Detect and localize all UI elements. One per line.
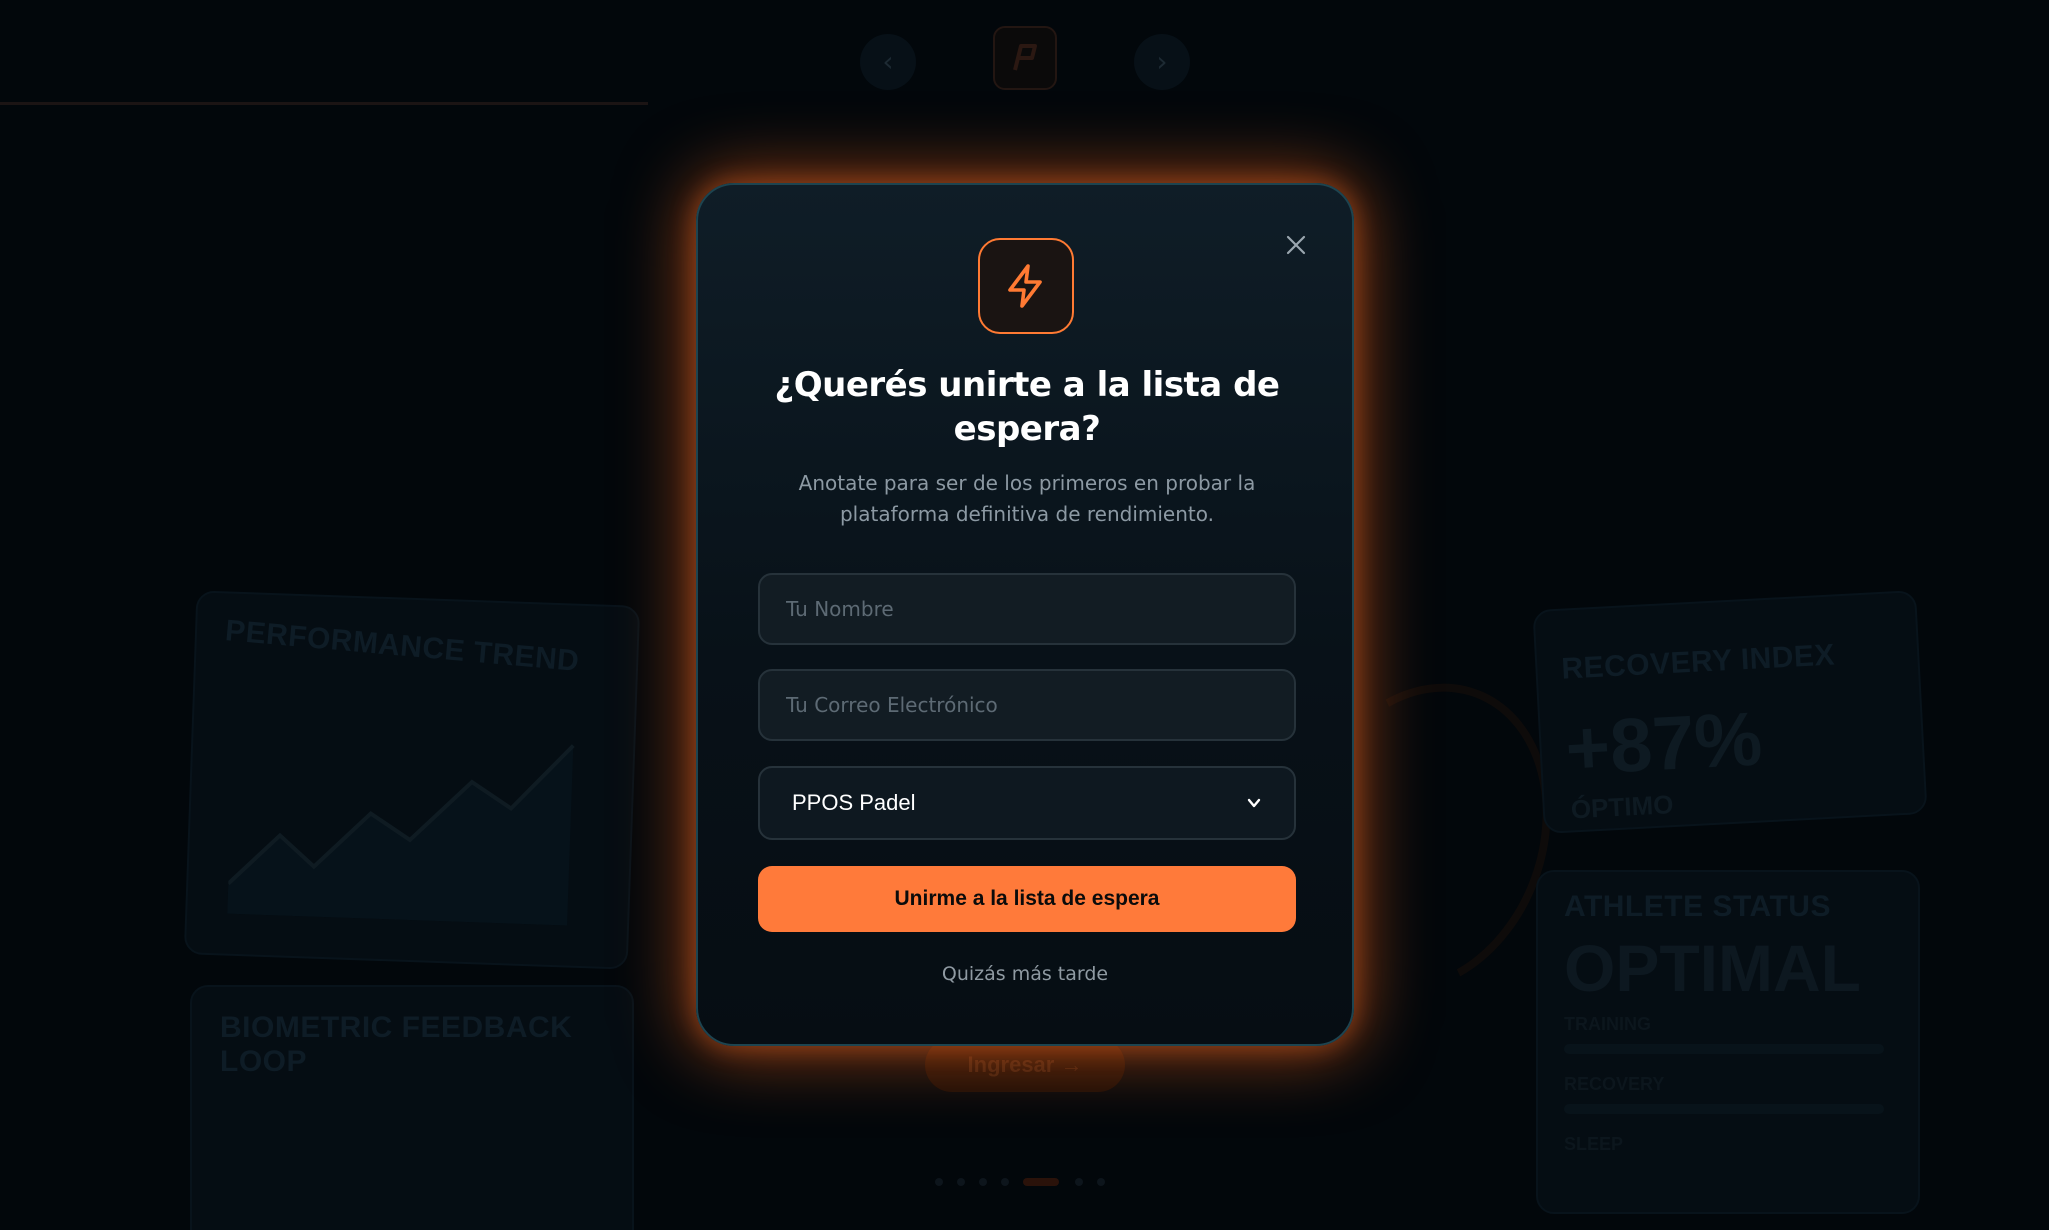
modal-subtitle: Anotate para ser de los primeros en prob… <box>798 471 1256 526</box>
carousel-dots <box>935 1178 1115 1186</box>
lightning-icon <box>978 238 1074 334</box>
modal-title: ¿Querés unirte a la lista de espera? <box>774 365 1280 449</box>
waitlist-modal: ¿Querés unirte a la lista de espera? Ano… <box>696 183 1354 1046</box>
product-select[interactable]: PPOS Padel <box>758 766 1296 840</box>
athlete-label: TRAINING <box>1564 1014 1651 1034</box>
athlete-label: RECOVERY <box>1564 1074 1665 1094</box>
recovery-card: RECOVERY INDEX +87% ÓPTIMO <box>1532 590 1928 834</box>
performance-card: PERFORMANCE TREND <box>183 590 641 970</box>
performance-chart <box>227 744 575 926</box>
join-waitlist-button[interactable]: Unirme a la lista de espera <box>758 866 1296 932</box>
close-icon[interactable] <box>1276 225 1316 265</box>
product-select-value: PPOS Padel <box>792 790 916 815</box>
carousel-dot[interactable] <box>979 1178 987 1186</box>
brand-logo <box>993 26 1057 90</box>
ingresar-button[interactable]: Ingresar → <box>925 1038 1125 1092</box>
top-nav: ‹ › <box>860 22 1190 90</box>
athlete-title: ATHLETE STATUS <box>1564 890 1831 923</box>
page: ‹ › PERFORMANCE TREND BIOMETRIC FEEDBACK… <box>0 0 2049 1230</box>
carousel-dot[interactable] <box>1075 1178 1083 1186</box>
recovery-status: ÓPTIMO <box>1570 789 1675 825</box>
performance-title: PERFORMANCE TREND <box>223 614 581 678</box>
carousel-dot[interactable] <box>957 1178 965 1186</box>
carousel-dot[interactable] <box>1001 1178 1009 1186</box>
carousel-dot[interactable] <box>1097 1178 1105 1186</box>
athlete-bar <box>1564 1044 1884 1054</box>
athlete-bar <box>1564 1104 1884 1114</box>
chevron-right-icon[interactable]: › <box>1134 34 1190 90</box>
name-input[interactable] <box>758 573 1296 645</box>
athlete-label: SLEEP <box>1564 1134 1624 1154</box>
biometric-card: BIOMETRIC FEEDBACK LOOP <box>190 985 634 1230</box>
carousel-dot[interactable] <box>935 1178 943 1186</box>
recovery-value: +87% <box>1563 696 1765 792</box>
chevron-left-icon[interactable]: ‹ <box>860 34 916 90</box>
chevron-down-icon <box>1247 798 1261 808</box>
biometric-title: BIOMETRIC FEEDBACK LOOP <box>220 1011 573 1078</box>
progress-line <box>0 102 648 105</box>
carousel-dot-active[interactable] <box>1023 1178 1059 1186</box>
athlete-card: ATHLETE STATUS OPTIMAL TRAINING RECOVERY… <box>1536 870 1920 1214</box>
athlete-value: OPTIMAL <box>1564 931 1861 1005</box>
maybe-later-link[interactable]: Quizás más tarde <box>698 963 1352 985</box>
email-input[interactable] <box>758 669 1296 741</box>
recovery-title: RECOVERY INDEX <box>1560 638 1836 686</box>
